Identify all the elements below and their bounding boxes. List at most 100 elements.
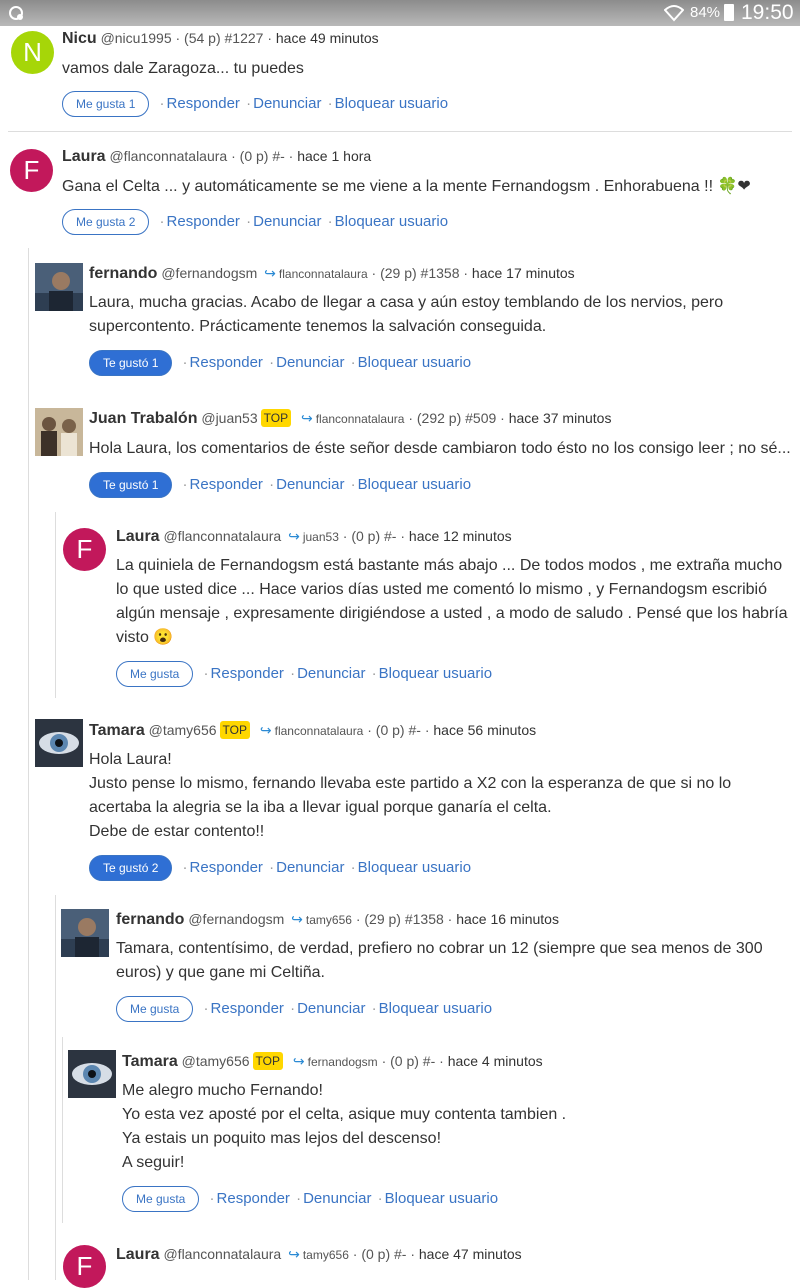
comment-header: Tamara @tamy656 TOP ↪ fernandogsm · (0 p) … [122, 1052, 543, 1071]
author-handle[interactable]: @tamy656 [149, 722, 217, 738]
thread-line [28, 248, 29, 388]
report-link[interactable]: Denunciar [253, 95, 321, 112]
text-line: lo que usted dice ... Hace varios días u… [116, 581, 767, 598]
author-stats: · (0 p) #- · [342, 528, 406, 544]
author-name[interactable]: fernando [89, 265, 157, 282]
reply-arrow-icon: ↪ [259, 722, 272, 738]
author-handle[interactable]: @nicu1995 [101, 30, 172, 46]
reply-link[interactable]: Responder [211, 665, 284, 682]
wifi-icon [664, 5, 684, 22]
avatar[interactable]: F [63, 1245, 106, 1288]
author-name[interactable]: Laura [62, 148, 106, 165]
author-handle[interactable]: @fernandogsm [188, 911, 284, 927]
report-link[interactable]: Denunciar [297, 665, 365, 682]
comment-actions: Me gusta · Responder · Denunciar · Bloquear… [122, 1186, 498, 1212]
author-name[interactable]: Tamara [122, 1053, 178, 1070]
battery-icon [724, 4, 734, 21]
comment-time: hace 12 minutos [408, 528, 512, 544]
report-link[interactable]: Denunciar [276, 859, 344, 876]
liked-button[interactable]: Te gustó 2 [89, 855, 173, 881]
author-handle[interactable]: @flanconnatalaura [163, 1246, 281, 1262]
comment-header: Laura @flanconnatalaura ↪ juan53 · (0 p) … [116, 528, 512, 546]
liked-button[interactable]: Te gustó 1 [89, 472, 173, 498]
author-name[interactable]: Tamara [89, 722, 145, 739]
text-line: supercontento. Prácticamente tenemos la … [89, 318, 547, 335]
reply-arrow-icon: ↪ [292, 1053, 305, 1069]
author-name[interactable]: fernando [116, 911, 184, 928]
reply-link[interactable]: Responder [190, 476, 263, 493]
like-button[interactable]: Me gusta [116, 996, 194, 1022]
comment-text: Laura, mucha gracias. Acabo de llegar a … [89, 291, 723, 339]
separator: · [203, 664, 209, 682]
liked-button[interactable]: Te gustó 1 [89, 350, 173, 376]
comment-actions: Me gusta 1 · Responder · Denunciar · Bloque… [62, 91, 448, 117]
text-line: Tamara, contentísimo, de verdad, prefier… [116, 940, 763, 957]
avatar[interactable] [68, 1050, 116, 1098]
author-name[interactable]: Laura [116, 1246, 160, 1263]
comment-actions: Me gusta · Responder · Denunciar · Bloquear… [116, 661, 492, 687]
block-user-link[interactable]: Bloquear usuario [335, 213, 448, 230]
comment-actions: Me gusta · Responder · Denunciar · Bloquear… [116, 996, 492, 1022]
thread-line [55, 512, 56, 698]
avatar[interactable] [35, 408, 83, 456]
report-link[interactable]: Denunciar [276, 354, 344, 371]
reply-to-user[interactable]: tamy656 [306, 913, 352, 927]
block-user-link[interactable]: Bloquear usuario [379, 665, 492, 682]
avatar[interactable]: N [11, 31, 54, 74]
reply-to-user[interactable]: flanconnatalaura [279, 267, 368, 281]
comment-time: hace 37 minutos [508, 410, 612, 426]
separator: · [182, 353, 188, 371]
reply-to-user[interactable]: flanconnatalaura [275, 724, 364, 738]
avatar[interactable] [35, 263, 83, 311]
block-user-link[interactable]: Bloquear usuario [335, 95, 448, 112]
block-user-link[interactable]: Bloquear usuario [358, 354, 471, 371]
author-handle[interactable]: @flanconnatalaura [109, 148, 227, 164]
author-name[interactable]: Juan Trabalón [89, 410, 197, 427]
reply-link[interactable]: Responder [167, 213, 240, 230]
avatar[interactable] [35, 719, 83, 767]
comment-text: vamos dale Zaragoza... tu puedes [62, 60, 304, 77]
like-button[interactable]: Me gusta 1 [62, 91, 150, 117]
report-link[interactable]: Denunciar [276, 476, 344, 493]
report-link[interactable]: Denunciar [303, 1190, 371, 1207]
reply-to-user[interactable]: fernandogsm [308, 1055, 378, 1069]
reply-to-user[interactable]: juan53 [303, 530, 339, 544]
like-button[interactable]: Me gusta [122, 1186, 200, 1212]
block-user-link[interactable]: Bloquear usuario [358, 859, 471, 876]
author-name[interactable]: Nicu [62, 30, 97, 47]
block-user-link[interactable]: Bloquear usuario [358, 476, 471, 493]
separator: · [246, 94, 252, 112]
comment-text: Gana el Celta ... y automáticamente se m… [62, 178, 751, 195]
like-button[interactable]: Me gusta 2 [62, 209, 150, 235]
separator: · [371, 999, 377, 1017]
block-user-link[interactable]: Bloquear usuario [385, 1190, 498, 1207]
like-button[interactable]: Me gusta [116, 661, 194, 687]
top-badge: TOP [252, 1052, 283, 1070]
report-link[interactable]: Denunciar [253, 213, 321, 230]
text-line: A seguir! [122, 1154, 185, 1171]
author-handle[interactable]: @tamy656 [182, 1053, 250, 1069]
reply-link[interactable]: Responder [190, 354, 263, 371]
reply-link[interactable]: Responder [211, 1000, 284, 1017]
report-link[interactable]: Denunciar [297, 1000, 365, 1017]
text-line: Debe de estar contento!! [89, 823, 265, 840]
comment-text: La quiniela de Fernandogsm está bastante… [116, 554, 788, 650]
comment-header: Laura @flanconnatalaura ↪ tamy656 · (0 p)… [116, 1246, 522, 1264]
text-line: Justo pense lo mismo, fernando llevaba e… [89, 775, 732, 792]
avatar[interactable] [61, 909, 109, 957]
author-name[interactable]: Laura [116, 528, 160, 545]
separator: · [290, 999, 296, 1017]
reply-link[interactable]: Responder [190, 859, 263, 876]
author-handle[interactable]: @flanconnatalaura [163, 528, 281, 544]
reply-to-user[interactable]: flanconnatalaura [316, 412, 405, 426]
reply-link[interactable]: Responder [217, 1190, 290, 1207]
avatar[interactable]: F [10, 149, 53, 192]
avatar[interactable]: F [63, 528, 106, 571]
author-handle[interactable]: @juan53 [201, 410, 257, 426]
separator: · [350, 353, 356, 371]
block-user-link[interactable]: Bloquear usuario [379, 1000, 492, 1017]
reply-to-user[interactable]: tamy656 [303, 1248, 349, 1262]
comment-actions: Te gustó 1 · Responder · Denunciar · Bloque… [89, 350, 471, 376]
reply-link[interactable]: Responder [167, 95, 240, 112]
author-handle[interactable]: @fernandogsm [161, 265, 257, 281]
